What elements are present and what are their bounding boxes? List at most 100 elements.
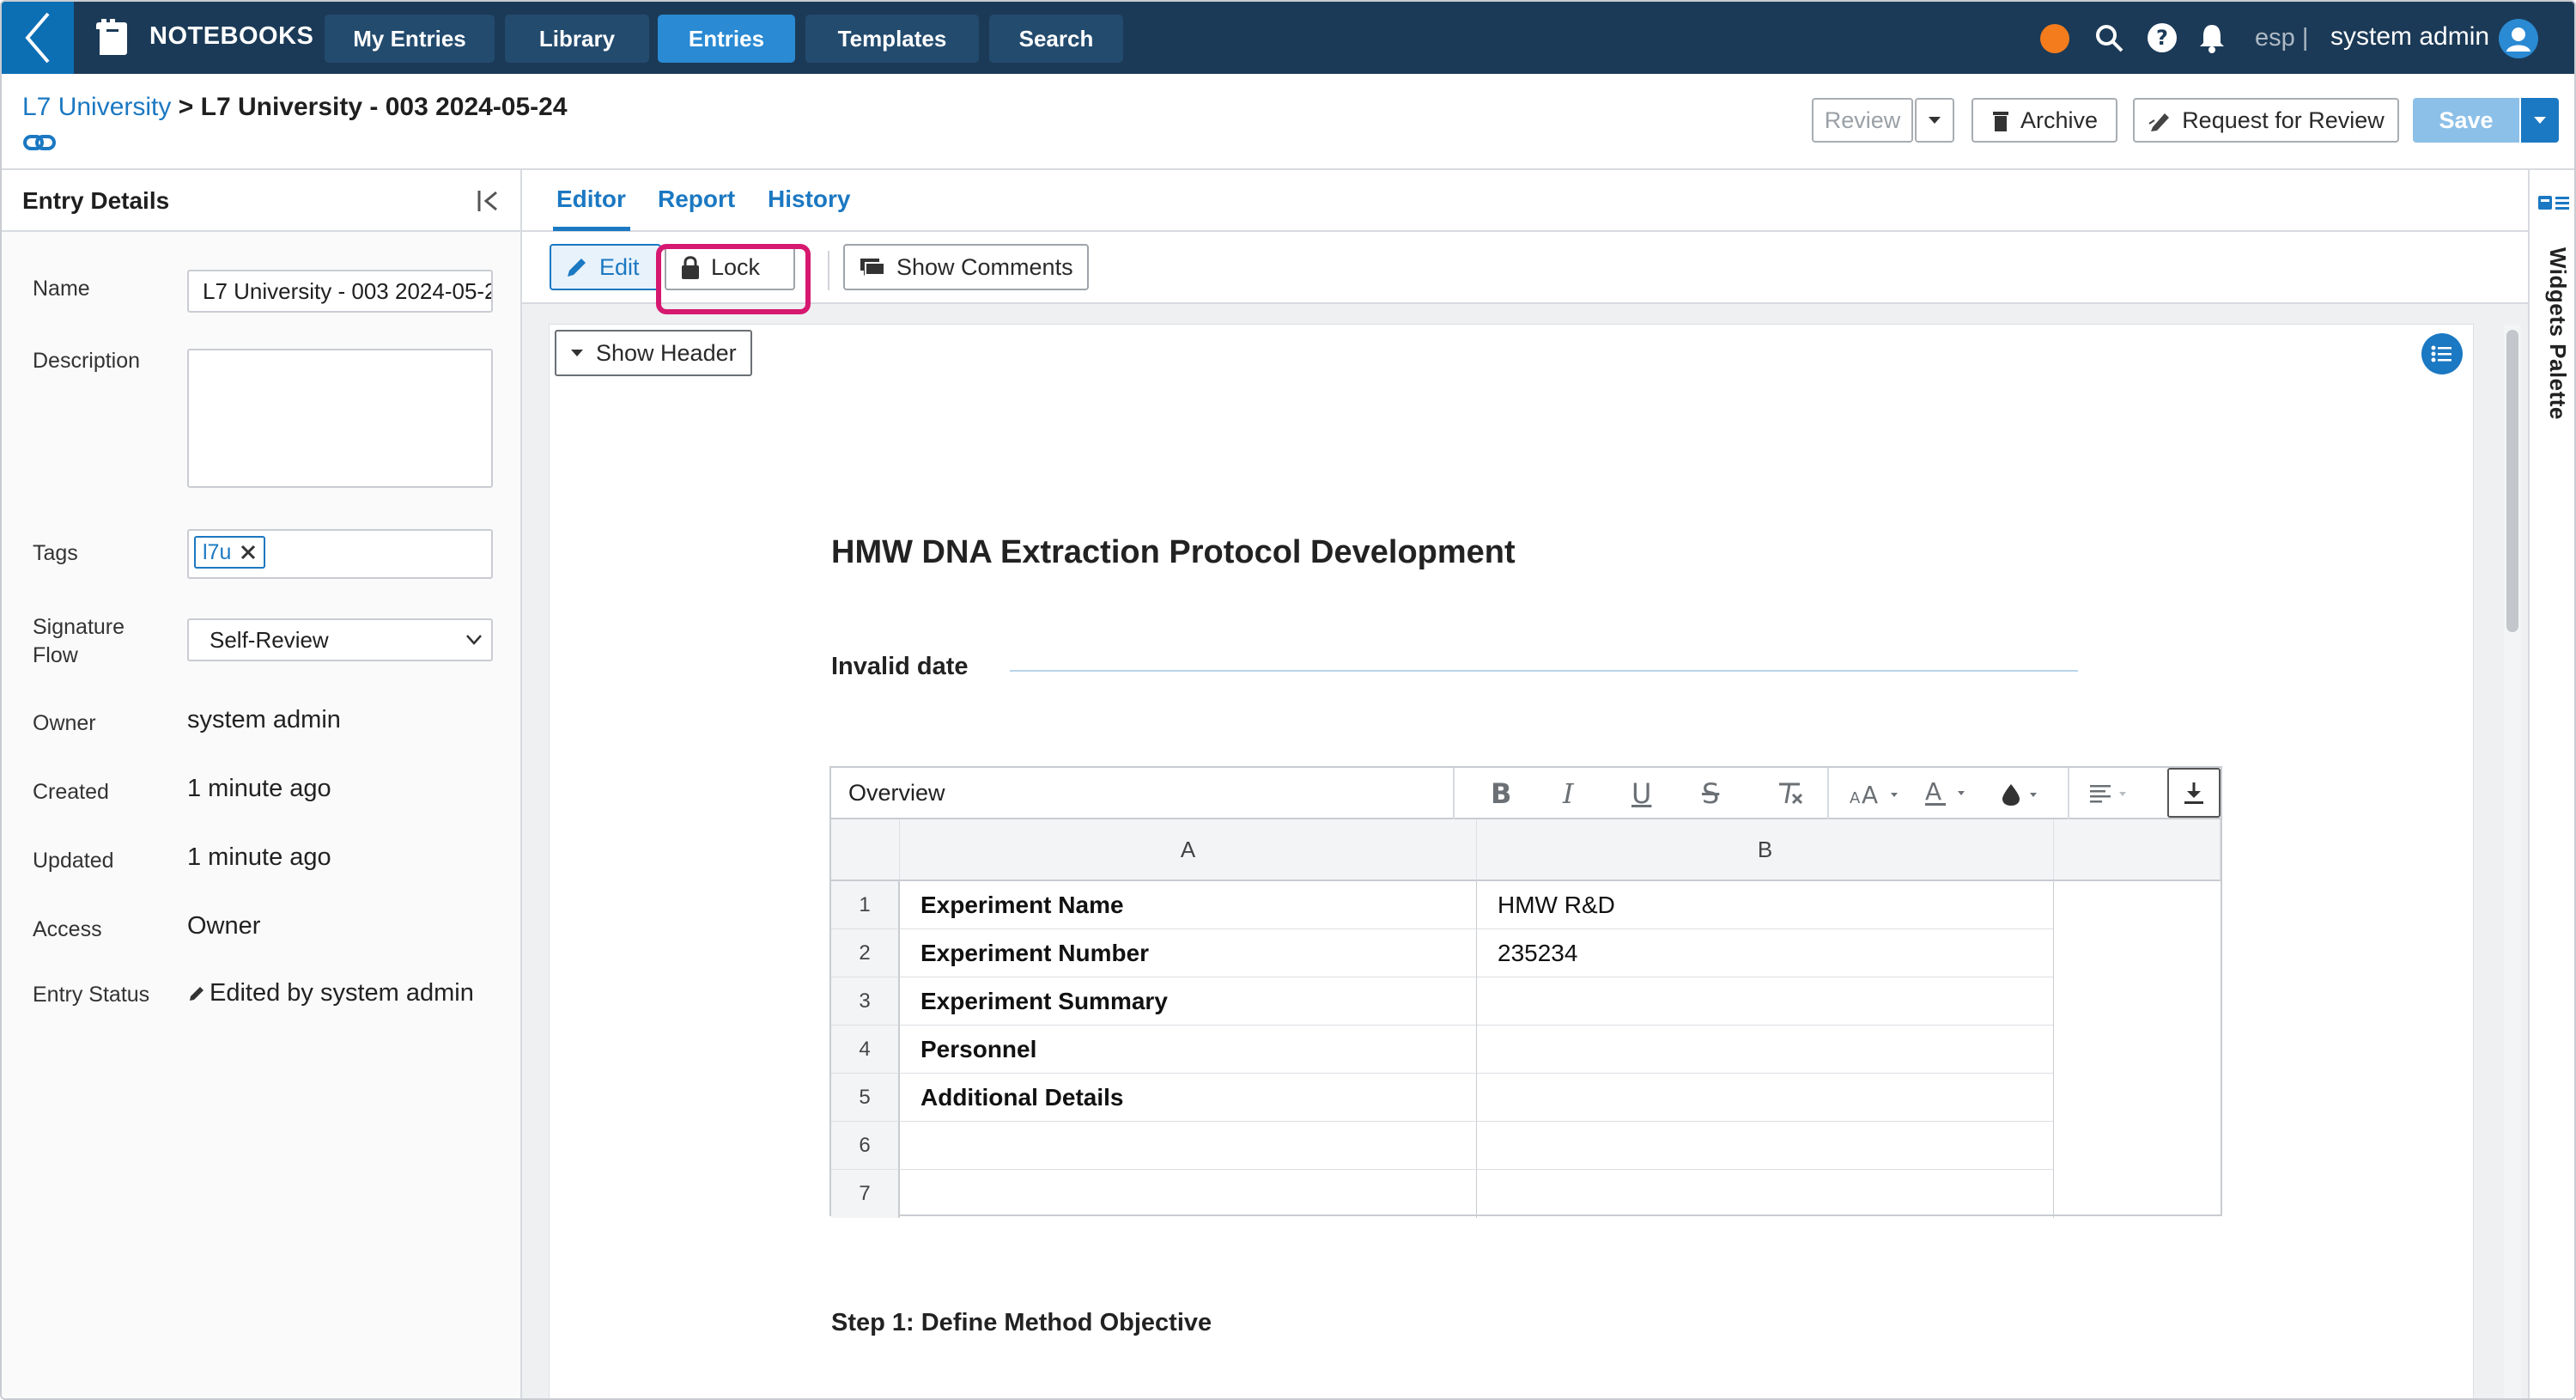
table-cell[interactable]	[900, 1170, 1477, 1218]
top-nav: NOTEBOOKS My Entries Library Entries Tem…	[2, 2, 2574, 74]
underline-icon[interactable]: U	[1631, 777, 1651, 810]
trash-icon	[1992, 112, 2008, 131]
show-comments-button[interactable]: Show Comments	[843, 244, 1089, 290]
toolbar-separator	[1827, 768, 1829, 819]
tab-report[interactable]: Report	[658, 186, 735, 213]
row-number: 3	[831, 977, 900, 1026]
table-cell[interactable]	[1477, 1074, 2054, 1122]
lock-highlight-annotation	[656, 244, 811, 314]
caret-down-icon	[2534, 117, 2546, 124]
review-button[interactable]: Review	[1812, 98, 1913, 143]
show-header-button[interactable]: Show Header	[555, 330, 752, 376]
created-value: 1 minute ago	[187, 775, 331, 802]
nav-tab-entries[interactable]: Entries	[658, 15, 795, 63]
app-window: NOTEBOOKS My Entries Library Entries Tem…	[0, 0, 2576, 1400]
show-comments-label: Show Comments	[896, 253, 1073, 280]
spreadsheet-name: Overview	[848, 780, 945, 806]
tags-input[interactable]: l7u	[187, 529, 493, 579]
signature-flow-value: Self-Review	[210, 627, 329, 653]
editor-tabbar: Editor Report History	[522, 170, 2528, 232]
tags-label: Tags	[33, 541, 78, 565]
widgets-palette-icon[interactable]	[2537, 191, 2571, 215]
edit-label: Edit	[599, 253, 640, 280]
breadcrumb-parent-link[interactable]: L7 University	[22, 93, 171, 121]
user-avatar-icon[interactable]	[2499, 19, 2538, 58]
scrollbar-thumb[interactable]	[2506, 330, 2518, 632]
nav-tab-library[interactable]: Library	[505, 15, 649, 63]
align-icon[interactable]	[2088, 778, 2136, 809]
table-cell[interactable]	[1477, 977, 2054, 1026]
signature-flow-select[interactable]: Self-Review	[187, 618, 493, 661]
date-label: Invalid date	[831, 653, 969, 680]
request-for-review-button[interactable]: Request for Review	[2133, 98, 2399, 143]
link-icon[interactable]	[22, 125, 57, 160]
bell-icon[interactable]	[2196, 22, 2227, 53]
archive-label: Archive	[2020, 107, 2099, 133]
bold-icon[interactable]: B	[1491, 777, 1511, 810]
editor-main: Editor Report History Edit Lock Show Com…	[522, 170, 2528, 1398]
font-color-icon[interactable]: A	[1923, 778, 1975, 809]
download-button[interactable]	[2167, 768, 2221, 818]
tab-editor[interactable]: Editor	[556, 186, 626, 213]
widgets-palette-rail[interactable]: Widgets Palette	[2528, 170, 2574, 1398]
widgets-palette-label[interactable]: Widgets Palette	[2537, 247, 2571, 453]
column-header-a[interactable]: A	[900, 819, 1477, 881]
breadcrumb-separator: >	[178, 93, 194, 121]
outline-button[interactable]	[2421, 333, 2463, 374]
table-cell[interactable]: Personnel	[900, 1026, 1477, 1074]
tab-history[interactable]: History	[768, 186, 850, 213]
clear-format-icon[interactable]	[1776, 778, 1805, 809]
archive-button[interactable]: Archive	[1971, 98, 2117, 143]
font-size-icon[interactable]: AA	[1850, 778, 1905, 809]
nav-tab-templates[interactable]: Templates	[805, 15, 979, 63]
table-cell[interactable]	[1477, 1170, 2054, 1218]
fill-color-icon[interactable]	[1999, 778, 2050, 809]
language-selector[interactable]: esp |	[2255, 24, 2308, 52]
tag-chip: l7u	[194, 536, 266, 569]
table-cell[interactable]: Additional Details	[900, 1074, 1477, 1122]
document-scrollbar[interactable]	[2504, 325, 2521, 1398]
collapse-panel-icon[interactable]	[476, 187, 503, 215]
nav-tab-search[interactable]: Search	[989, 15, 1123, 63]
row-number: 6	[831, 1122, 900, 1170]
review-dropdown-button[interactable]	[1915, 98, 1954, 143]
pencil-icon	[568, 259, 586, 277]
entry-header: L7 University > L7 University - 003 2024…	[2, 74, 2574, 170]
corner-header	[831, 819, 900, 881]
table-cell[interactable]	[900, 1122, 1477, 1170]
italic-icon[interactable]: I	[1563, 777, 1574, 810]
search-icon[interactable]	[2093, 22, 2124, 53]
name-input[interactable]: L7 University - 003 2024-05-24	[187, 270, 493, 313]
table-cell[interactable]: Experiment Name	[900, 881, 1477, 929]
breadcrumb: L7 University > L7 University - 003 2024…	[22, 93, 568, 122]
save-button[interactable]: Save	[2413, 98, 2519, 143]
owner-label: Owner	[33, 711, 96, 735]
row-number: 2	[831, 929, 900, 977]
help-icon[interactable]: ?	[2147, 22, 2178, 53]
column-header-b[interactable]: B	[1477, 819, 2054, 881]
table-cell[interactable]: 235234	[1477, 929, 2054, 977]
column-header-empty	[2054, 819, 2221, 881]
chevron-down-icon	[466, 635, 482, 645]
table-cell[interactable]: Experiment Summary	[900, 977, 1477, 1026]
strikethrough-icon[interactable]: S	[1702, 777, 1719, 810]
table-cell[interactable]: HMW R&D	[1477, 881, 2054, 929]
user-name[interactable]: system admin	[2330, 22, 2489, 52]
description-label: Description	[33, 349, 141, 373]
request-for-review-label: Request for Review	[2182, 107, 2385, 133]
date-divider	[1010, 670, 2078, 672]
back-button[interactable]	[2, 2, 74, 74]
table-cell[interactable]	[1477, 1122, 2054, 1170]
table-cell[interactable]	[1477, 1026, 2054, 1074]
brand-title: NOTEBOOKS	[149, 22, 314, 50]
save-dropdown-button[interactable]	[2521, 98, 2559, 143]
status-dot-icon[interactable]	[2040, 24, 2069, 53]
row-number: 7	[831, 1170, 900, 1218]
edit-button[interactable]: Edit	[550, 244, 661, 290]
remove-tag-icon[interactable]	[240, 544, 257, 561]
description-textarea[interactable]	[187, 349, 493, 488]
table-cell[interactable]: Experiment Number	[900, 929, 1477, 977]
nav-tab-my-entries[interactable]: My Entries	[325, 15, 495, 63]
tab-editor-underline	[553, 227, 630, 231]
access-value: Owner	[187, 912, 261, 940]
